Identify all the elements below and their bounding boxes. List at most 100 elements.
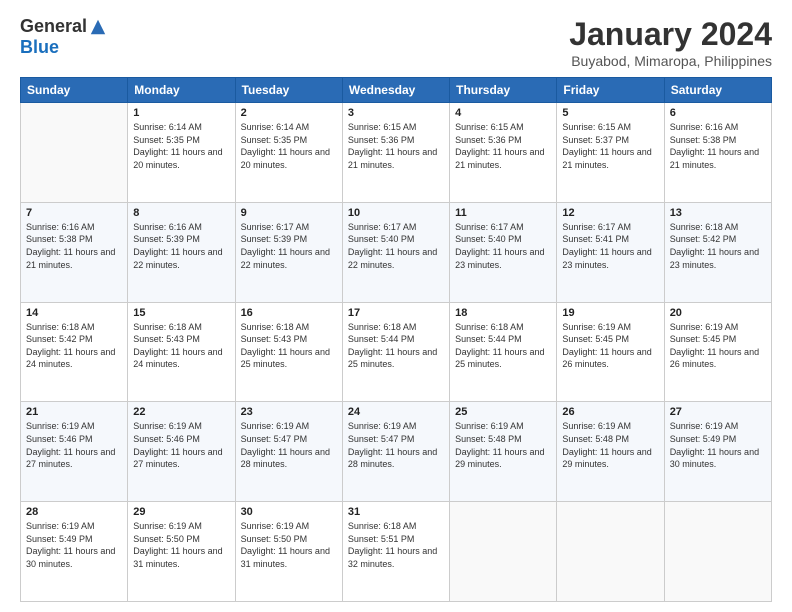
day-number: 15 [133, 307, 229, 319]
day-number: 11 [455, 207, 551, 219]
day-info: Sunrise: 6:18 AM Sunset: 5:42 PM Dayligh… [670, 221, 766, 271]
calendar-day-cell: 10 Sunrise: 6:17 AM Sunset: 5:40 PM Dayli… [342, 202, 449, 302]
day-number: 10 [348, 207, 444, 219]
day-info: Sunrise: 6:18 AM Sunset: 5:42 PM Dayligh… [26, 321, 122, 371]
day-number: 18 [455, 307, 551, 319]
calendar-day-cell [557, 502, 664, 602]
day-info: Sunrise: 6:15 AM Sunset: 5:36 PM Dayligh… [455, 121, 551, 171]
day-number: 30 [241, 506, 337, 518]
day-info: Sunrise: 6:16 AM Sunset: 5:39 PM Dayligh… [133, 221, 229, 271]
day-number: 22 [133, 406, 229, 418]
day-info: Sunrise: 6:18 AM Sunset: 5:43 PM Dayligh… [241, 321, 337, 371]
day-info: Sunrise: 6:19 AM Sunset: 5:45 PM Dayligh… [562, 321, 658, 371]
day-number: 16 [241, 307, 337, 319]
calendar-day-cell: 1 Sunrise: 6:14 AM Sunset: 5:35 PM Daylig… [128, 103, 235, 203]
day-info: Sunrise: 6:19 AM Sunset: 5:47 PM Dayligh… [348, 420, 444, 470]
day-number: 19 [562, 307, 658, 319]
calendar-day-cell: 31Sunrise: 6:18 AM Sunset: 5:51 PM Dayli… [342, 502, 449, 602]
day-info: Sunrise: 6:17 AM Sunset: 5:40 PM Dayligh… [348, 221, 444, 271]
calendar-day-cell: 18 Sunrise: 6:18 AM Sunset: 5:44 PM Dayli… [450, 302, 557, 402]
day-info: Sunrise: 6:19 AM Sunset: 5:49 PM Dayligh… [26, 520, 122, 570]
weekday-cell: Wednesday [342, 78, 449, 103]
calendar-day-cell: 25Sunrise: 6:19 AM Sunset: 5:48 PM Dayli… [450, 402, 557, 502]
day-info: Sunrise: 6:19 AM Sunset: 5:46 PM Dayligh… [133, 420, 229, 470]
calendar-day-cell: 15 Sunrise: 6:18 AM Sunset: 5:43 PM Dayli… [128, 302, 235, 402]
day-number: 4 [455, 107, 551, 119]
page: General Blue January 2024 Buyabod, Mimar… [0, 0, 792, 612]
calendar-day-cell: 11 Sunrise: 6:17 AM Sunset: 5:40 PM Dayli… [450, 202, 557, 302]
day-info: Sunrise: 6:14 AM Sunset: 5:35 PM Dayligh… [133, 121, 229, 171]
day-number: 20 [670, 307, 766, 319]
day-info: Sunrise: 6:17 AM Sunset: 5:39 PM Dayligh… [241, 221, 337, 271]
header: General Blue January 2024 Buyabod, Mimar… [20, 16, 772, 69]
day-number: 23 [241, 406, 337, 418]
calendar-day-cell: 3Sunrise: 6:15 AM Sunset: 5:36 PM Daylig… [342, 103, 449, 203]
calendar-day-cell [21, 103, 128, 203]
day-info: Sunrise: 6:19 AM Sunset: 5:45 PM Dayligh… [670, 321, 766, 371]
day-info: Sunrise: 6:19 AM Sunset: 5:50 PM Dayligh… [133, 520, 229, 570]
weekday-cell: Tuesday [235, 78, 342, 103]
weekday-cell: Saturday [664, 78, 771, 103]
day-info: Sunrise: 6:19 AM Sunset: 5:47 PM Dayligh… [241, 420, 337, 470]
day-number: 14 [26, 307, 122, 319]
day-info: Sunrise: 6:17 AM Sunset: 5:40 PM Dayligh… [455, 221, 551, 271]
calendar-day-cell: 28 Sunrise: 6:19 AM Sunset: 5:49 PM Dayli… [21, 502, 128, 602]
weekday-cell: Monday [128, 78, 235, 103]
calendar-body: 1 Sunrise: 6:14 AM Sunset: 5:35 PM Daylig… [21, 103, 772, 602]
calendar-day-cell: 27 Sunrise: 6:19 AM Sunset: 5:49 PM Dayli… [664, 402, 771, 502]
logo-icon [89, 18, 107, 36]
calendar-day-cell: 23 Sunrise: 6:19 AM Sunset: 5:47 PM Dayli… [235, 402, 342, 502]
day-info: Sunrise: 6:15 AM Sunset: 5:36 PM Dayligh… [348, 121, 444, 171]
day-number: 2 [241, 107, 337, 119]
day-number: 17 [348, 307, 444, 319]
calendar-day-cell: 4 Sunrise: 6:15 AM Sunset: 5:36 PM Daylig… [450, 103, 557, 203]
calendar-day-cell: 6Sunrise: 6:16 AM Sunset: 5:38 PM Daylig… [664, 103, 771, 203]
day-number: 5 [562, 107, 658, 119]
weekday-header-row: SundayMondayTuesdayWednesdayThursdayFrid… [21, 78, 772, 103]
calendar-day-cell: 2 Sunrise: 6:14 AM Sunset: 5:35 PM Daylig… [235, 103, 342, 203]
day-number: 7 [26, 207, 122, 219]
calendar-day-cell [664, 502, 771, 602]
calendar-day-cell: 21Sunrise: 6:19 AM Sunset: 5:46 PM Dayli… [21, 402, 128, 502]
calendar-day-cell: 5 Sunrise: 6:15 AM Sunset: 5:37 PM Daylig… [557, 103, 664, 203]
day-number: 27 [670, 406, 766, 418]
weekday-cell: Friday [557, 78, 664, 103]
calendar-week-row: 28 Sunrise: 6:19 AM Sunset: 5:49 PM Dayli… [21, 502, 772, 602]
calendar-day-cell: 13 Sunrise: 6:18 AM Sunset: 5:42 PM Dayli… [664, 202, 771, 302]
calendar-day-cell: 29Sunrise: 6:19 AM Sunset: 5:50 PM Dayli… [128, 502, 235, 602]
calendar-day-cell: 12 Sunrise: 6:17 AM Sunset: 5:41 PM Dayli… [557, 202, 664, 302]
day-number: 1 [133, 107, 229, 119]
calendar-day-cell: 9 Sunrise: 6:17 AM Sunset: 5:39 PM Daylig… [235, 202, 342, 302]
logo: General Blue [20, 16, 107, 58]
calendar-day-cell: 24Sunrise: 6:19 AM Sunset: 5:47 PM Dayli… [342, 402, 449, 502]
day-number: 25 [455, 406, 551, 418]
day-number: 13 [670, 207, 766, 219]
day-info: Sunrise: 6:15 AM Sunset: 5:37 PM Dayligh… [562, 121, 658, 171]
logo-blue-text: Blue [20, 37, 59, 58]
calendar-day-cell: 16 Sunrise: 6:18 AM Sunset: 5:43 PM Dayli… [235, 302, 342, 402]
day-info: Sunrise: 6:19 AM Sunset: 5:48 PM Dayligh… [562, 420, 658, 470]
day-info: Sunrise: 6:19 AM Sunset: 5:50 PM Dayligh… [241, 520, 337, 570]
day-number: 26 [562, 406, 658, 418]
day-number: 28 [26, 506, 122, 518]
calendar-day-cell: 7 Sunrise: 6:16 AM Sunset: 5:38 PM Daylig… [21, 202, 128, 302]
calendar-week-row: 7 Sunrise: 6:16 AM Sunset: 5:38 PM Daylig… [21, 202, 772, 302]
day-info: Sunrise: 6:16 AM Sunset: 5:38 PM Dayligh… [26, 221, 122, 271]
weekday-cell: Sunday [21, 78, 128, 103]
title-area: January 2024 Buyabod, Mimaropa, Philippi… [569, 16, 772, 69]
day-info: Sunrise: 6:17 AM Sunset: 5:41 PM Dayligh… [562, 221, 658, 271]
calendar-week-row: 21Sunrise: 6:19 AM Sunset: 5:46 PM Dayli… [21, 402, 772, 502]
day-info: Sunrise: 6:16 AM Sunset: 5:38 PM Dayligh… [670, 121, 766, 171]
calendar-day-cell: 30 Sunrise: 6:19 AM Sunset: 5:50 PM Dayli… [235, 502, 342, 602]
day-info: Sunrise: 6:19 AM Sunset: 5:46 PM Dayligh… [26, 420, 122, 470]
month-title: January 2024 [569, 16, 772, 53]
day-number: 9 [241, 207, 337, 219]
calendar-day-cell: 19 Sunrise: 6:19 AM Sunset: 5:45 PM Dayli… [557, 302, 664, 402]
day-info: Sunrise: 6:18 AM Sunset: 5:43 PM Dayligh… [133, 321, 229, 371]
calendar-day-cell: 14 Sunrise: 6:18 AM Sunset: 5:42 PM Dayli… [21, 302, 128, 402]
day-info: Sunrise: 6:18 AM Sunset: 5:44 PM Dayligh… [455, 321, 551, 371]
day-number: 12 [562, 207, 658, 219]
day-info: Sunrise: 6:19 AM Sunset: 5:49 PM Dayligh… [670, 420, 766, 470]
calendar-week-row: 1 Sunrise: 6:14 AM Sunset: 5:35 PM Daylig… [21, 103, 772, 203]
day-info: Sunrise: 6:14 AM Sunset: 5:35 PM Dayligh… [241, 121, 337, 171]
